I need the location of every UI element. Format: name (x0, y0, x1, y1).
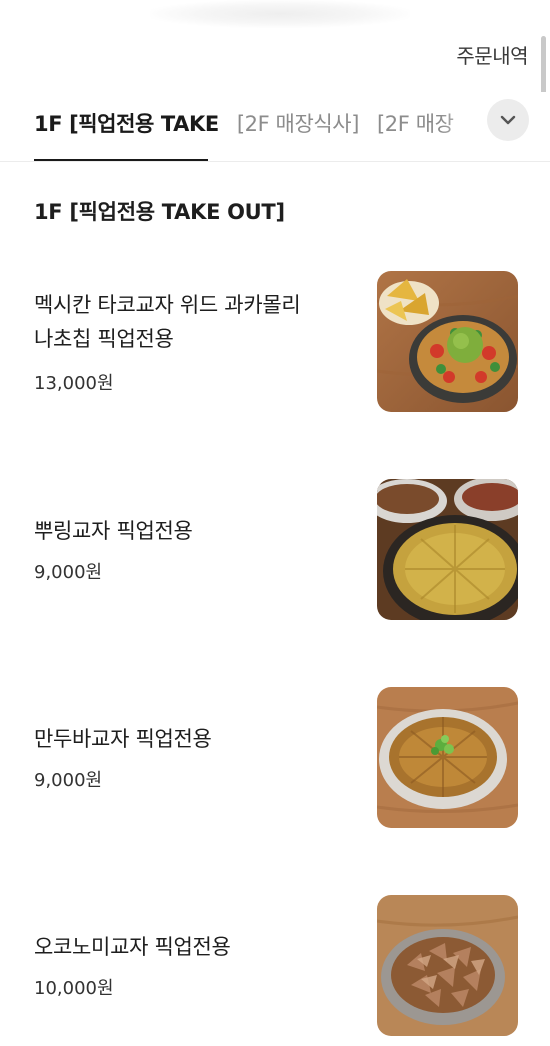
menu-item-name-line1: 멕시칸 타코교자 위드 과카몰리 (34, 293, 301, 317)
menu-item-price: 13,000원 (34, 373, 114, 394)
okonomi-gyoza-photo (377, 895, 518, 1036)
menu-item[interactable]: 만두바교자 픽업전용 9,000원 (0, 684, 550, 834)
status-bar-placeholder (150, 0, 410, 28)
menu-item-name: 뿌링교자 픽업전용 (34, 519, 193, 543)
tab-1f-pickup[interactable]: 1F [픽업전용 TAKE (34, 108, 219, 138)
menu-item-price: 10,000원 (34, 978, 114, 999)
expand-categories-button[interactable] (487, 99, 529, 141)
menu-item-name: 멕시칸 타코교자 위드 과카몰리 나초칩 픽업전용 (34, 288, 354, 356)
menu-item[interactable]: 오코노미교자 픽업전용 10,000원 (0, 892, 550, 1042)
pburing-gyoza-photo (377, 479, 518, 620)
category-tab-bar: 1F [픽업전용 TAKE [2F 매장식사] [2F 매장 (0, 92, 550, 162)
section-title: 1F [픽업전용 TAKE OUT] (34, 200, 285, 224)
menu-item-price: 9,000원 (34, 770, 103, 791)
chevron-down-icon (500, 115, 516, 125)
tab-strip: 1F [픽업전용 TAKE [2F 매장식사] [2F 매장 (34, 108, 472, 138)
menu-item[interactable]: 멕시칸 타코교자 위드 과카몰리 나초칩 픽업전용 13,000원 (0, 268, 550, 418)
menu-page: 주문내역 1F [픽업전용 TAKE [2F 매장식사] [2F 매장 1F [픽업… (0, 0, 550, 1046)
order-history-link[interactable]: 주문내역 (456, 40, 528, 69)
active-tab-indicator (34, 159, 208, 161)
menu-item-name: 오코노미교자 픽업전용 (34, 935, 231, 959)
tab-2f-dine-in[interactable]: [2F 매장식사] (237, 108, 360, 138)
mandu-bar-gyoza-photo (377, 687, 518, 828)
taco-gyoza-photo (377, 271, 518, 412)
menu-item-name: 만두바교자 픽업전용 (34, 727, 212, 751)
menu-item[interactable]: 뿌링교자 픽업전용 9,000원 (0, 476, 550, 626)
menu-item-price: 9,000원 (34, 562, 103, 583)
menu-item-name-line2: 나초칩 픽업전용 (34, 327, 174, 351)
